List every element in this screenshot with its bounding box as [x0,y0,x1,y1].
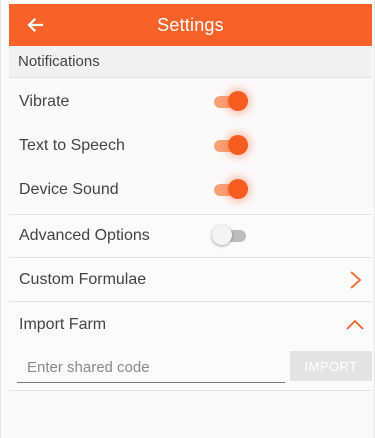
advanced-options-label: Advanced Options [19,227,150,244]
chevron-up-icon[interactable] [344,314,366,336]
notifications-header: Notifications [9,46,372,78]
import-button[interactable]: IMPORT [290,351,372,381]
app-bar: Settings [9,4,372,46]
custom-formulae-label: Custom Formulae [19,270,147,288]
vibrate-label: Vibrate [19,93,70,110]
import-farm-label: Import Farm [19,316,107,333]
text-to-speech-toggle[interactable] [212,134,248,158]
device-sound-row: Device Sound [9,170,372,210]
chevron-right-icon[interactable] [344,269,366,291]
import-farm-panel: IMPORT [9,347,372,391]
settings-screen: Settings Notifications Vibrate Text to S… [0,0,375,438]
back-button[interactable] [23,13,47,37]
device-sound-toggle[interactable] [212,178,248,202]
custom-formulae-row[interactable]: Custom Formulae [9,258,372,302]
vibrate-row: Vibrate [9,82,372,122]
text-to-speech-label: Text to Speech [19,137,125,154]
device-sound-label: Device Sound [19,181,119,198]
arrow-left-icon [27,17,44,33]
text-to-speech-row: Text to Speech [9,126,372,166]
import-farm-row[interactable]: Import Farm [9,303,372,347]
shared-code-input[interactable] [17,353,285,383]
page-title: Settings [157,14,224,35]
advanced-options-toggle[interactable] [212,224,248,248]
vibrate-toggle[interactable] [212,90,248,114]
advanced-options-row: Advanced Options [9,214,372,258]
